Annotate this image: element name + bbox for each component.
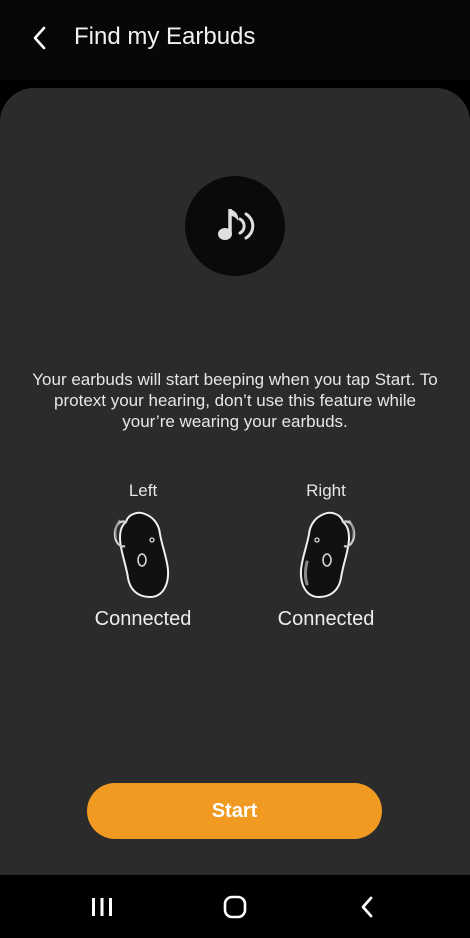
left-earbud-label: Left [128, 481, 158, 500]
left-earbud-icon [113, 511, 170, 599]
home-button[interactable] [205, 885, 265, 929]
page-title: Find my Earbuds [74, 23, 256, 50]
chevron-left-icon [33, 26, 46, 50]
back-icon [361, 896, 373, 918]
back-button[interactable] [22, 20, 58, 56]
instruction-text: Your earbuds will start beeping when you… [32, 370, 438, 431]
home-icon [223, 895, 247, 919]
nav-back-button[interactable] [337, 885, 397, 929]
system-nav-bar [0, 875, 470, 938]
app-header: Find my Earbuds [0, 0, 470, 80]
recents-button[interactable] [72, 885, 132, 929]
sound-icon-badge [185, 176, 285, 276]
right-earbud-label: Right [306, 481, 346, 500]
start-button[interactable]: Start [87, 783, 382, 839]
right-earbud-status: Connected [277, 608, 375, 630]
left-earbud-status: Connected [94, 608, 192, 630]
recents-icon [92, 898, 112, 916]
left-earbud-panel: Left Connected [73, 480, 213, 632]
right-earbud-panel: Right Connected [256, 480, 396, 632]
music-note-sound-icon [218, 209, 255, 240]
right-earbud-icon [299, 511, 356, 599]
